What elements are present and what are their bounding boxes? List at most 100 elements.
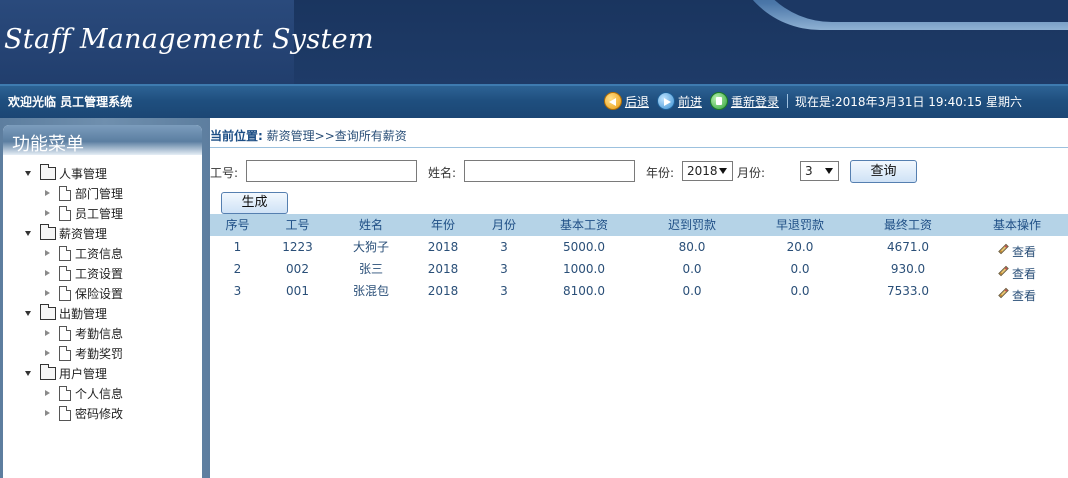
breadcrumb-path: 薪资管理>>查询所有薪资 xyxy=(266,129,407,143)
cell-seq: 1 xyxy=(233,240,242,254)
expand-arrow-icon xyxy=(25,310,31,316)
header-month: 月份 xyxy=(491,218,516,232)
month-label: 月份: xyxy=(737,166,766,180)
cell-emp-no: 001 xyxy=(286,284,309,298)
cell-base-salary: 1000.0 xyxy=(563,262,605,276)
name-label: 姓名: xyxy=(428,166,457,180)
cell-late-fine: 80.0 xyxy=(678,240,706,254)
file-icon xyxy=(59,185,71,201)
collapse-arrow-icon xyxy=(45,270,50,276)
year-label: 年份: xyxy=(646,166,675,180)
folder-icon xyxy=(40,163,56,180)
menu-group-salary[interactable]: 薪资管理 xyxy=(3,223,202,243)
expand-arrow-icon xyxy=(25,370,31,376)
emp-no-label: 工号: xyxy=(210,166,239,180)
cell-month: 3 xyxy=(500,284,508,298)
file-icon xyxy=(59,325,71,341)
back-arrow-icon xyxy=(603,92,622,110)
pencil-icon xyxy=(998,243,1009,255)
year-select[interactable]: 2018 xyxy=(682,161,733,181)
cell-final-salary: 930.0 xyxy=(890,262,926,276)
forward-link[interactable]: 前进 xyxy=(656,92,702,110)
cell-final-salary: 4671.0 xyxy=(887,240,929,254)
collapse-arrow-icon xyxy=(45,210,50,216)
menu-item-label: 个人信息 xyxy=(75,386,124,401)
view-link[interactable]: 查看 xyxy=(998,285,1036,307)
cell-name: 大狗子 xyxy=(352,240,389,254)
menu-item-salary-info[interactable]: 工资信息 xyxy=(3,243,202,263)
menu-item-employee[interactable]: 员工管理 xyxy=(3,203,202,223)
relogin-label: 重新登录 xyxy=(730,94,779,109)
folder-icon xyxy=(40,303,56,320)
menu-item-label: 考勤信息 xyxy=(75,326,124,341)
collapse-arrow-icon xyxy=(45,390,50,396)
forward-label: 前进 xyxy=(677,94,702,109)
month-select[interactable]: 3 xyxy=(800,161,839,181)
menu-item-insurance-settings[interactable]: 保险设置 xyxy=(3,283,202,303)
menu-group-label: 薪资管理 xyxy=(59,226,108,241)
cell-name: 张混包 xyxy=(352,284,389,298)
pencil-icon xyxy=(998,287,1009,299)
collapse-arrow-icon xyxy=(45,350,50,356)
cell-operations: 查看 xyxy=(966,280,1068,303)
query-button[interactable]: 查询 xyxy=(850,160,917,183)
file-icon xyxy=(59,405,71,421)
nav-divider xyxy=(786,94,788,108)
top-nav: 后退 前进 重新登录 现在是:2018年3月31日 19:40:15 星期六 xyxy=(598,92,1022,110)
menu-item-attendance-rewards[interactable]: 考勤奖罚 xyxy=(3,343,202,363)
breadcrumb: 当前位置: 薪资管理>>查询所有薪资 xyxy=(210,127,407,144)
generate-button[interactable]: 生成 xyxy=(221,192,288,214)
cell-month: 3 xyxy=(500,262,508,276)
cell-operations: 查看 xyxy=(966,236,1068,259)
relogin-link[interactable]: 重新登录 xyxy=(709,92,779,110)
header-early-fine: 早退罚款 xyxy=(775,218,824,232)
back-label: 后退 xyxy=(624,94,649,109)
header-final-salary: 最终工资 xyxy=(883,218,932,232)
folder-icon xyxy=(40,223,56,240)
menu-group-attendance[interactable]: 出勤管理 xyxy=(3,303,202,323)
menu-item-salary-settings[interactable]: 工资设置 xyxy=(3,263,202,283)
breadcrumb-divider xyxy=(210,147,1068,148)
table-row: 3 001 张混包 2018 3 8100.0 0.0 0.0 7533.0 查… xyxy=(210,280,1068,303)
name-input[interactable] xyxy=(464,160,635,182)
view-label: 查看 xyxy=(1011,289,1036,303)
current-time: 现在是:2018年3月31日 19:40:15 星期六 xyxy=(794,94,1022,109)
cell-operations: 查看 xyxy=(966,258,1068,281)
menu-item-label: 员工管理 xyxy=(75,206,124,221)
header-name: 姓名 xyxy=(358,218,383,232)
file-icon xyxy=(59,285,71,301)
cell-emp-no: 1223 xyxy=(282,240,313,254)
collapse-arrow-icon xyxy=(45,250,50,256)
menu-item-attendance-info[interactable]: 考勤信息 xyxy=(3,323,202,343)
menu-item-department[interactable]: 部门管理 xyxy=(3,183,202,203)
cell-seq: 3 xyxy=(233,284,242,298)
cell-late-fine: 0.0 xyxy=(682,262,702,276)
cell-year: 2018 xyxy=(427,284,459,298)
chevron-down-icon xyxy=(825,168,833,174)
folder-icon xyxy=(40,363,56,380)
top-bar: 欢迎光临 员工管理系统 后退 前进 重新登录 现在是:2018年3月31日 19… xyxy=(0,84,1068,118)
menu-group-personnel[interactable]: 人事管理 xyxy=(3,163,202,183)
header-late-fine: 迟到罚款 xyxy=(667,218,716,232)
menu-group-label: 用户管理 xyxy=(59,366,108,381)
menu-item-password-change[interactable]: 密码修改 xyxy=(3,403,202,423)
cell-base-salary: 8100.0 xyxy=(563,284,605,298)
menu-group-user[interactable]: 用户管理 xyxy=(3,363,202,383)
menu-item-personal-info[interactable]: 个人信息 xyxy=(3,383,202,403)
app-header: Staff Management System xyxy=(0,0,1068,84)
cell-final-salary: 7533.0 xyxy=(887,284,929,298)
back-link[interactable]: 后退 xyxy=(603,92,649,110)
forward-arrow-icon xyxy=(656,92,675,110)
breadcrumb-label: 当前位置: xyxy=(210,129,263,143)
header-operations: 基本操作 xyxy=(992,218,1041,232)
menu-item-label: 工资信息 xyxy=(75,246,124,261)
emp-no-input[interactable] xyxy=(246,160,417,182)
header-seq: 序号 xyxy=(225,218,250,232)
pencil-icon xyxy=(998,265,1009,277)
collapse-arrow-icon xyxy=(45,330,50,336)
chevron-down-icon xyxy=(719,168,727,174)
cell-year: 2018 xyxy=(427,262,459,276)
header-year: 年份 xyxy=(430,218,455,232)
search-bar: 工号: 姓名: 年份: 2018 月份: 3 查询 xyxy=(210,160,1068,183)
table-row: 2 002 张三 2018 3 1000.0 0.0 0.0 930.0 查看 xyxy=(210,258,1068,281)
